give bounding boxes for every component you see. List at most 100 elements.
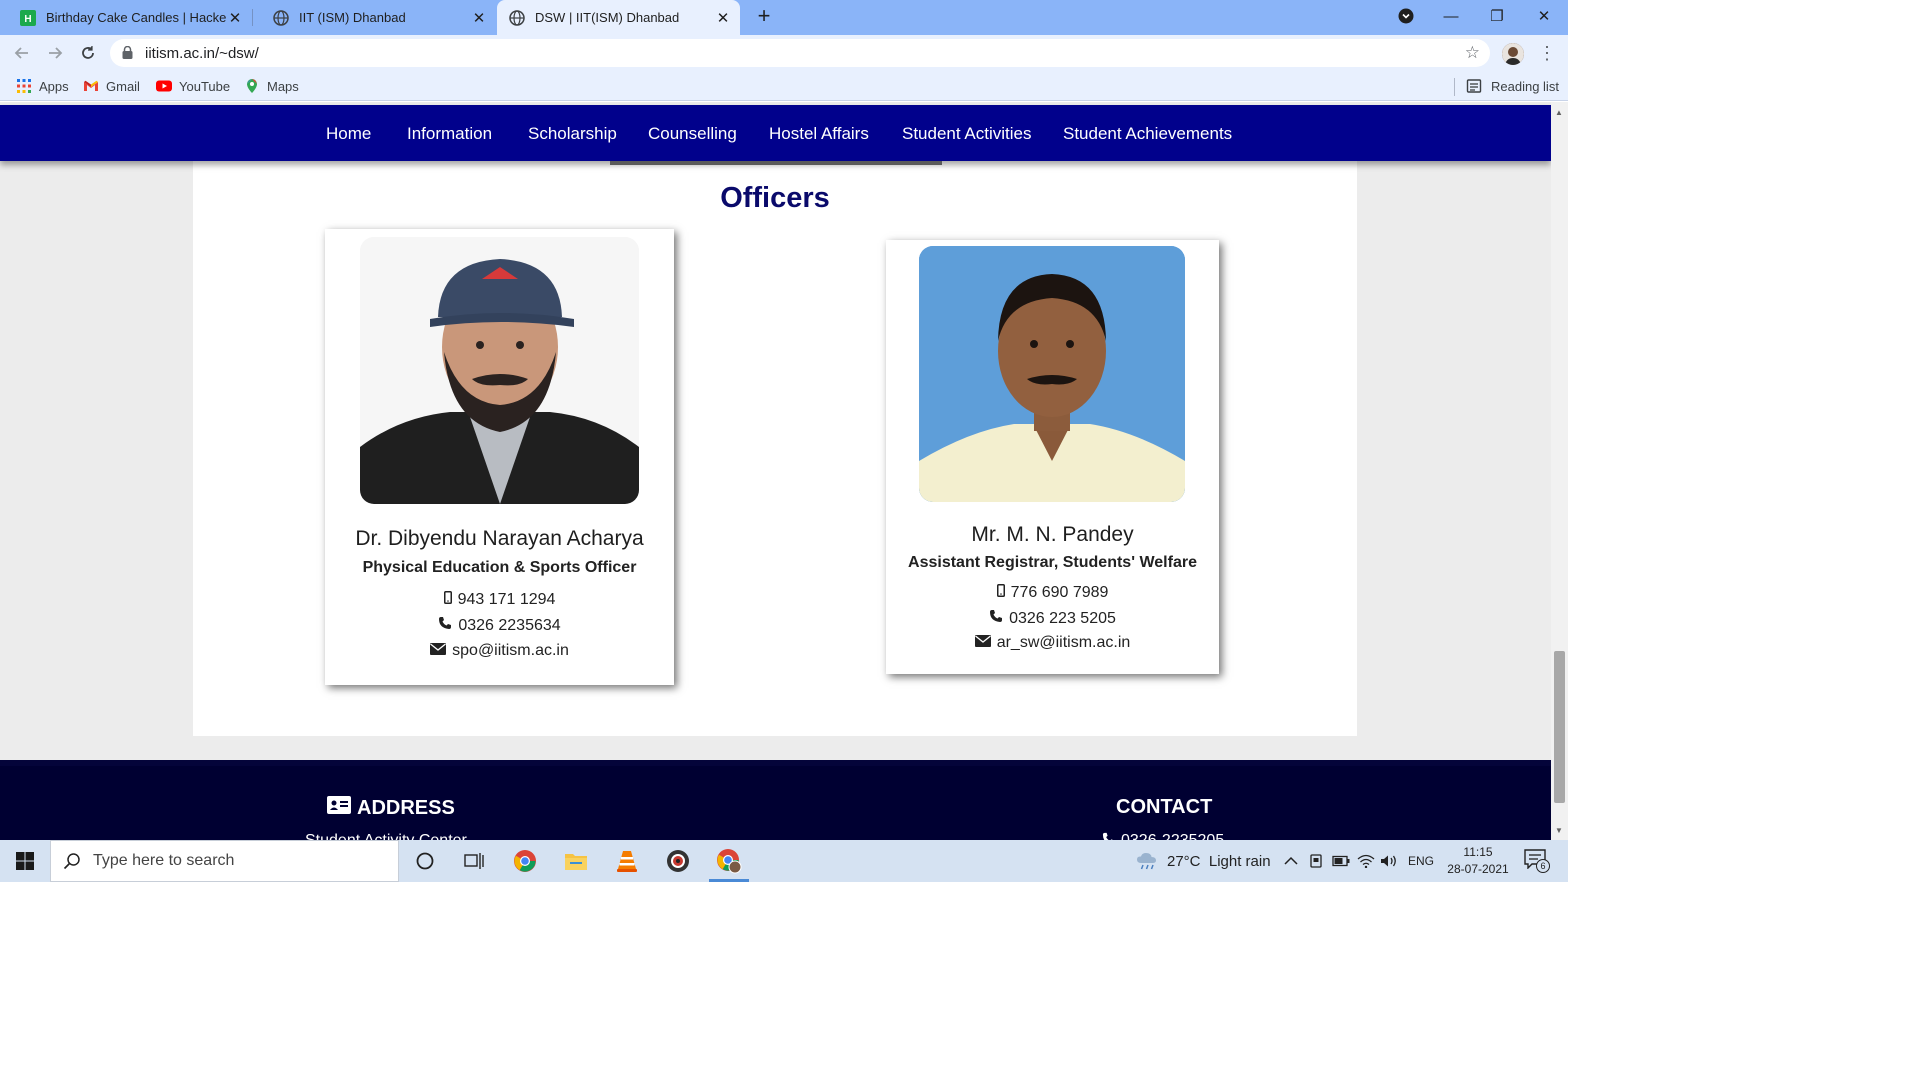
youtube-icon bbox=[156, 78, 172, 94]
lock-icon[interactable] bbox=[122, 45, 133, 64]
email-address[interactable]: spo@iitism.ac.in bbox=[452, 642, 569, 660]
phone-number: 0326 2235634 bbox=[458, 616, 561, 634]
new-tab-button[interactable]: + bbox=[752, 5, 776, 29]
cortana-icon[interactable] bbox=[401, 840, 449, 882]
notification-count: 6 bbox=[1536, 859, 1550, 873]
chrome-icon[interactable] bbox=[501, 840, 549, 882]
reading-list-icon bbox=[1466, 78, 1482, 94]
bookmark-label: YouTube bbox=[179, 78, 231, 94]
officer-mobile: 776 690 7989 bbox=[886, 584, 1219, 602]
battery-icon[interactable] bbox=[1332, 840, 1350, 882]
mobile-icon bbox=[996, 584, 1005, 602]
volume-icon[interactable] bbox=[1380, 840, 1398, 882]
officer-photo bbox=[919, 246, 1185, 502]
clock-date: 28-07-2021 bbox=[1447, 862, 1509, 876]
notification-center-icon[interactable]: 6 bbox=[1524, 840, 1550, 882]
media-player-icon[interactable] bbox=[654, 840, 702, 882]
tab-search-icon[interactable] bbox=[1383, 0, 1429, 32]
officer-phone: 0326 2235634 bbox=[325, 616, 674, 635]
tab-iit-ism[interactable]: IIT (ISM) Dhanbad ✕ bbox=[253, 0, 496, 35]
nav-scholarship[interactable]: Scholarship bbox=[528, 124, 617, 144]
scroll-up-icon[interactable]: ▲ bbox=[1555, 108, 1563, 117]
nav-counselling[interactable]: Counselling bbox=[648, 124, 737, 144]
tab-dsw[interactable]: DSW | IIT(ISM) Dhanbad ✕ bbox=[497, 0, 740, 35]
nav-information[interactable]: Information bbox=[407, 124, 492, 144]
bookmark-gmail[interactable]: Gmail bbox=[83, 78, 140, 94]
officer-mobile: 943 171 1294 bbox=[325, 591, 674, 609]
address-line: Student Activity Center bbox=[305, 832, 467, 840]
reload-icon[interactable] bbox=[76, 41, 100, 65]
site-footer: ADDRESS Student Activity Center CONTACT … bbox=[0, 760, 1551, 840]
browser-menu-icon[interactable]: ⋮ bbox=[1538, 44, 1556, 64]
officer-photo bbox=[360, 237, 639, 504]
search-placeholder: Type here to search bbox=[93, 852, 235, 869]
close-tab-icon[interactable]: ✕ bbox=[714, 9, 732, 27]
close-tab-icon[interactable]: ✕ bbox=[470, 9, 488, 27]
tab-hackerrank[interactable]: H Birthday Cake Candles | HackerRank ✕ bbox=[0, 0, 252, 35]
bookmark-star-icon[interactable]: ☆ bbox=[1465, 43, 1480, 63]
page-viewport: Home Information Scholarship Counselling… bbox=[0, 102, 1551, 840]
nav-hostel-affairs[interactable]: Hostel Affairs bbox=[769, 124, 869, 144]
scroll-thumb[interactable] bbox=[1554, 651, 1565, 803]
officers-section: Officers Dr. Dibyendu Narayan Acharya Ph… bbox=[193, 142, 1357, 736]
officer-email[interactable]: spo@iitism.ac.in bbox=[325, 642, 674, 660]
contact-phone-text: 0326-2235205 bbox=[1121, 832, 1224, 840]
taskbar-search-input[interactable]: Type here to search bbox=[50, 840, 399, 882]
email-address[interactable]: ar_sw@iitism.ac.in bbox=[997, 634, 1131, 652]
officer-designation: Assistant Registrar, Students' Welfare bbox=[908, 554, 1197, 571]
language-indicator[interactable]: ENG bbox=[1408, 840, 1434, 882]
scroll-down-icon[interactable]: ▼ bbox=[1555, 826, 1563, 835]
forward-icon[interactable] bbox=[43, 41, 67, 65]
windows-taskbar: Type here to search 27°C Light rain ENG … bbox=[0, 840, 1568, 882]
show-hidden-icons[interactable] bbox=[1284, 840, 1298, 882]
bookmarks-bar: Apps Gmail YouTube Maps Reading list bbox=[0, 71, 1568, 101]
restore-icon[interactable]: ❐ bbox=[1474, 0, 1520, 32]
tab-title: Birthday Cake Candles | HackerRank bbox=[46, 10, 226, 25]
nav-student-activities[interactable]: Student Activities bbox=[902, 124, 1031, 144]
mobile-icon bbox=[443, 591, 452, 609]
device-icon[interactable] bbox=[1308, 840, 1324, 882]
vlc-icon[interactable] bbox=[603, 840, 651, 882]
close-window-icon[interactable]: ✕ bbox=[1521, 0, 1567, 32]
back-icon[interactable] bbox=[10, 41, 34, 65]
address-bar[interactable]: iitism.ac.in/~dsw/ ☆ bbox=[110, 39, 1490, 67]
close-tab-icon[interactable]: ✕ bbox=[226, 9, 244, 27]
windows-start-icon[interactable] bbox=[0, 840, 50, 882]
clock-time: 11:15 bbox=[1463, 845, 1493, 859]
url-text: iitism.ac.in/~dsw/ bbox=[145, 45, 259, 62]
weather-text: 27°C Light rain bbox=[1167, 852, 1271, 870]
chrome-active-icon[interactable] bbox=[705, 840, 753, 882]
reading-list-label: Reading list bbox=[1491, 78, 1559, 94]
svg-text:H: H bbox=[24, 14, 31, 25]
mobile-number: 943 171 1294 bbox=[457, 591, 556, 608]
rain-cloud-icon bbox=[1136, 852, 1158, 870]
file-explorer-icon[interactable] bbox=[552, 840, 600, 882]
officer-email[interactable]: ar_sw@iitism.ac.in bbox=[886, 634, 1219, 652]
taskbar-clock[interactable]: 11:15 28-07-2021 bbox=[1440, 844, 1516, 878]
envelope-icon bbox=[974, 634, 991, 652]
bookmark-maps[interactable]: Maps bbox=[244, 78, 299, 94]
reading-list-button[interactable]: Reading list bbox=[1466, 78, 1559, 94]
officer-name: Dr. Dibyendu Narayan Acharya bbox=[355, 527, 644, 550]
gmail-icon bbox=[83, 78, 99, 94]
bookmark-youtube[interactable]: YouTube bbox=[156, 78, 230, 94]
address-card-icon bbox=[327, 796, 351, 820]
globe-icon bbox=[273, 9, 289, 26]
profile-avatar[interactable] bbox=[1502, 43, 1524, 65]
officer-name: Mr. M. N. Pandey bbox=[971, 523, 1134, 546]
wifi-icon[interactable] bbox=[1357, 840, 1375, 882]
address-heading-text: ADDRESS bbox=[357, 796, 455, 819]
nav-student-achievements[interactable]: Student Achievements bbox=[1063, 124, 1232, 144]
minimize-icon[interactable]: — bbox=[1428, 0, 1474, 32]
nav-home[interactable]: Home bbox=[326, 124, 371, 144]
task-view-icon[interactable] bbox=[450, 840, 498, 882]
browser-toolbar: iitism.ac.in/~dsw/ ☆ bbox=[0, 35, 1568, 71]
page-scrollbar[interactable]: ▲ ▼ bbox=[1551, 102, 1568, 840]
bookmark-label: Gmail bbox=[106, 78, 140, 94]
dropdown-edge bbox=[610, 161, 942, 165]
weather-widget[interactable]: 27°C Light rain bbox=[1136, 840, 1271, 882]
officer-card: Mr. M. N. Pandey Assistant Registrar, St… bbox=[886, 240, 1219, 674]
tab-title: DSW | IIT(ISM) Dhanbad bbox=[535, 10, 680, 25]
envelope-icon bbox=[430, 642, 447, 660]
bookmark-apps[interactable]: Apps bbox=[16, 78, 69, 94]
